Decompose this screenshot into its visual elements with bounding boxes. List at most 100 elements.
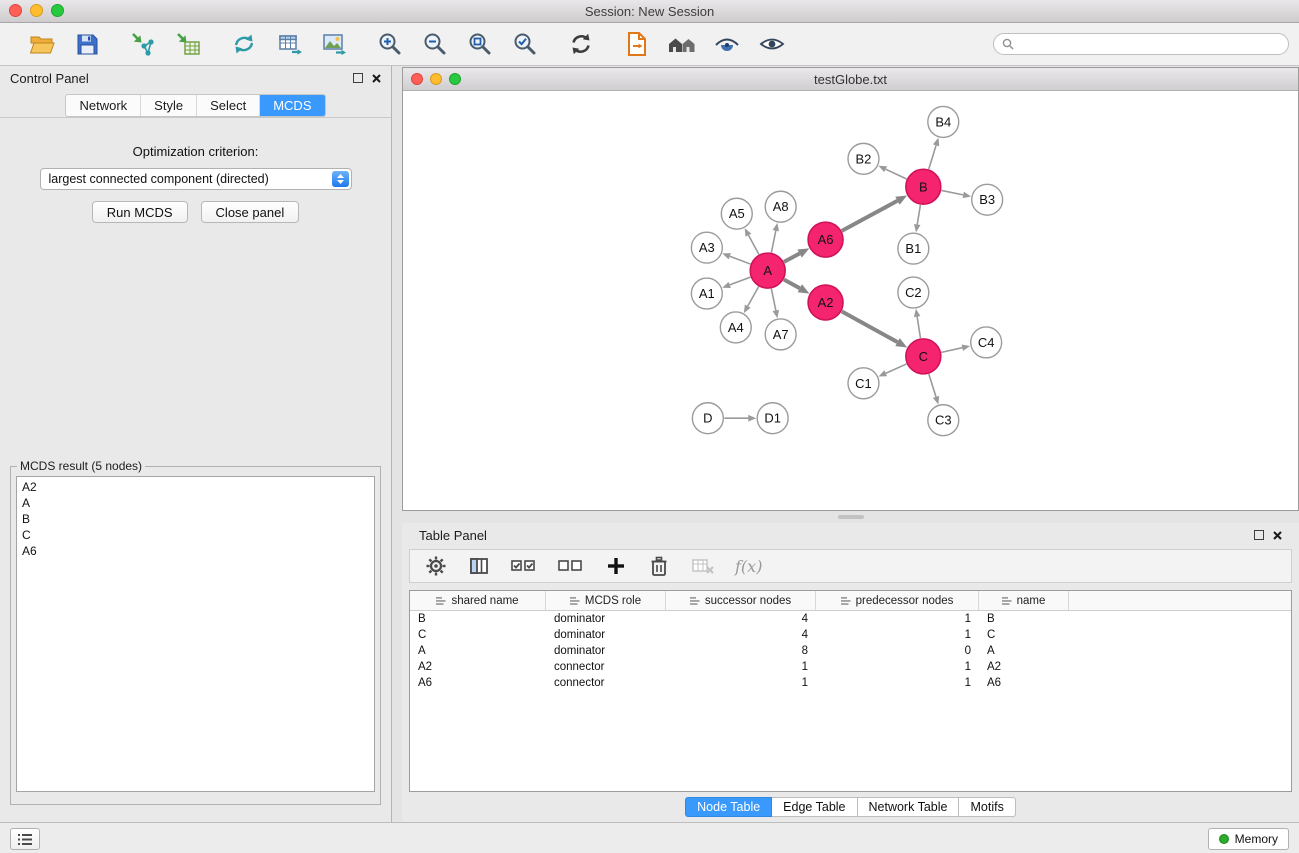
table-row[interactable]: A6connector11A6 [410,675,1291,691]
memory-button[interactable]: Memory [1208,828,1289,850]
graph-edge-A-A4[interactable] [748,287,759,306]
result-item[interactable]: C [22,527,369,543]
import-network-file-button[interactable] [127,28,159,60]
graph-node-A[interactable]: A [750,253,785,288]
close-window-button[interactable] [9,4,22,17]
graph-edge-A-A1[interactable] [730,277,751,285]
graph-edge-C-C2[interactable] [917,317,920,338]
graph-node-B4[interactable]: B4 [928,106,959,137]
column-header-shared-name[interactable]: shared name [410,591,546,610]
graph-node-C1[interactable]: C1 [848,368,879,399]
control-tab-select[interactable]: Select [196,95,259,116]
float-panel-icon[interactable] [353,73,363,83]
graph-edge-A-A7[interactable] [771,289,775,311]
graph-edge-B-B3[interactable] [941,190,963,194]
network-zoom-button[interactable] [449,73,461,85]
column-header-successor-nodes[interactable]: successor nodes [666,591,816,610]
birds-eye-view-button[interactable] [756,28,788,60]
graph-node-C[interactable]: C [906,339,941,374]
export-image-button[interactable] [318,28,350,60]
column-header-name[interactable]: name [979,591,1069,610]
graph-edge-C-C3[interactable] [929,374,936,397]
graph-node-C2[interactable]: C2 [898,277,929,308]
graph-node-A8[interactable]: A8 [765,191,796,222]
graph-node-B[interactable]: B [906,169,941,204]
result-item[interactable]: A [22,495,369,511]
search-input[interactable] [1019,36,1280,52]
graph-node-A1[interactable]: A1 [691,278,722,309]
search-box[interactable] [993,33,1289,55]
new-network-button[interactable] [228,28,260,60]
graph-node-A6[interactable]: A6 [808,222,843,257]
show-columns-button[interactable] [467,554,491,578]
graph-edge-B-B4[interactable] [929,145,936,169]
table-tab-network-table[interactable]: Network Table [858,797,960,817]
task-history-button[interactable] [10,828,40,850]
close-table-panel-icon[interactable] [1273,531,1282,540]
close-panel-icon[interactable] [372,74,381,83]
delete-table-button[interactable] [690,554,716,578]
graph-edge-A2-C[interactable] [842,311,898,342]
graph-node-A5[interactable]: A5 [721,198,752,229]
graph-node-A3[interactable]: A3 [691,232,722,263]
graph-node-C4[interactable]: C4 [971,327,1002,358]
create-column-button[interactable] [604,554,628,578]
table-row[interactable]: A2connector11A2 [410,659,1291,675]
table-tab-node-table[interactable]: Node Table [685,797,772,817]
network-canvas-area[interactable]: B4B2BB3A8A5A6A3B1AA1C2A2A4A7C4CC1C3DD1 [403,91,1298,510]
graph-edge-C-C4[interactable] [941,348,962,353]
delete-column-button[interactable] [647,554,671,578]
table-row[interactable]: Cdominator41C [410,627,1291,643]
graph-edge-A6-B[interactable] [842,201,898,231]
graph-edge-A-A6[interactable] [784,254,800,262]
minimize-window-button[interactable] [30,4,43,17]
table-row[interactable]: Bdominator41B [410,611,1291,627]
graph-edge-A-A2[interactable] [784,279,800,288]
graph-edge-B-B1[interactable] [917,205,920,225]
run-mcds-button[interactable]: Run MCDS [92,201,188,223]
zoom-selected-button[interactable] [509,28,541,60]
result-item[interactable]: A6 [22,543,369,559]
zoom-out-button[interactable] [419,28,451,60]
zoom-in-button[interactable] [374,28,406,60]
column-header-predecessor-nodes[interactable]: predecessor nodes [816,591,979,610]
network-close-button[interactable] [411,73,423,85]
deselect-all-button[interactable] [557,554,585,578]
control-tab-mcds[interactable]: MCDS [259,95,324,116]
graph-node-B2[interactable]: B2 [848,143,879,174]
graph-node-B1[interactable]: B1 [898,233,929,264]
show-graphics-details-button[interactable] [711,28,743,60]
import-file-button[interactable] [621,28,653,60]
apply-layout-button[interactable] [565,28,597,60]
graph-node-D[interactable]: D [692,403,723,434]
network-canvas[interactable]: B4B2BB3A8A5A6A3B1AA1C2A2A4A7C4CC1C3DD1 [403,91,1298,510]
graph-node-B3[interactable]: B3 [972,184,1003,215]
zoom-fit-button[interactable] [464,28,496,60]
function-builder-button[interactable]: f(x) [735,557,762,576]
import-table-file-button[interactable] [172,28,204,60]
float-table-panel-icon[interactable] [1254,530,1264,540]
graph-edge-A-A5[interactable] [748,235,758,254]
control-tab-style[interactable]: Style [140,95,196,116]
mcds-result-list[interactable]: A2ABCA6 [16,476,375,792]
result-item[interactable]: B [22,511,369,527]
column-header-MCDS-role[interactable]: MCDS role [546,591,666,610]
graph-node-A7[interactable]: A7 [765,319,796,350]
graph-edge-A-A3[interactable] [730,256,751,264]
graph-node-A4[interactable]: A4 [720,312,751,343]
zoom-window-button[interactable] [51,4,64,17]
graph-edge-B-B2[interactable] [886,169,907,179]
table-tab-edge-table[interactable]: Edge Table [772,797,857,817]
table-tab-motifs[interactable]: Motifs [959,797,1015,817]
horizontal-splitter[interactable] [402,511,1299,523]
network-minimize-button[interactable] [430,73,442,85]
open-session-button[interactable] [26,28,58,60]
graph-node-D1[interactable]: D1 [757,403,788,434]
home-button[interactable] [666,28,698,60]
control-tab-network[interactable]: Network [66,95,140,116]
save-session-button[interactable] [71,28,103,60]
select-all-button[interactable] [510,554,538,578]
optimization-dropdown[interactable]: largest connected component (directed) [40,168,352,190]
graph-node-A2[interactable]: A2 [808,285,843,320]
table-row[interactable]: Adominator80A [410,643,1291,659]
